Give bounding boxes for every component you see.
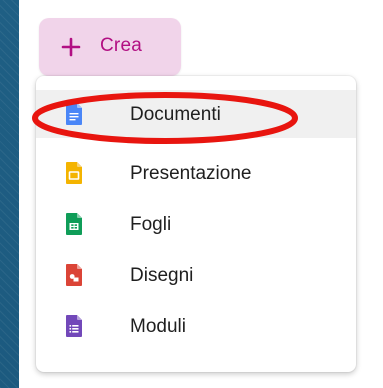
google-forms-icon xyxy=(66,315,82,337)
menu-item-fogli[interactable]: Fogli xyxy=(36,200,356,248)
menu-item-disegni[interactable]: Disegni xyxy=(36,251,356,299)
menu-item-presentazione[interactable]: Presentazione xyxy=(36,149,356,197)
create-menu: Documenti Presentazione Fogli Disegni Mo… xyxy=(36,76,356,372)
menu-item-label: Moduli xyxy=(130,316,186,337)
menu-item-label: Presentazione xyxy=(130,163,252,184)
create-button-label: Crea xyxy=(100,35,142,56)
menu-item-documenti[interactable]: Documenti xyxy=(36,90,356,138)
menu-item-label: Fogli xyxy=(130,214,172,235)
google-sheets-icon xyxy=(66,213,82,235)
google-drawings-icon xyxy=(66,264,82,286)
menu-item-label: Disegni xyxy=(130,265,194,286)
google-slides-icon xyxy=(66,162,82,184)
menu-item-label: Documenti xyxy=(130,104,221,125)
create-button[interactable]: Crea xyxy=(39,18,181,76)
plus-icon xyxy=(60,36,82,58)
menu-item-moduli[interactable]: Moduli xyxy=(36,302,356,350)
google-docs-icon xyxy=(66,103,82,125)
